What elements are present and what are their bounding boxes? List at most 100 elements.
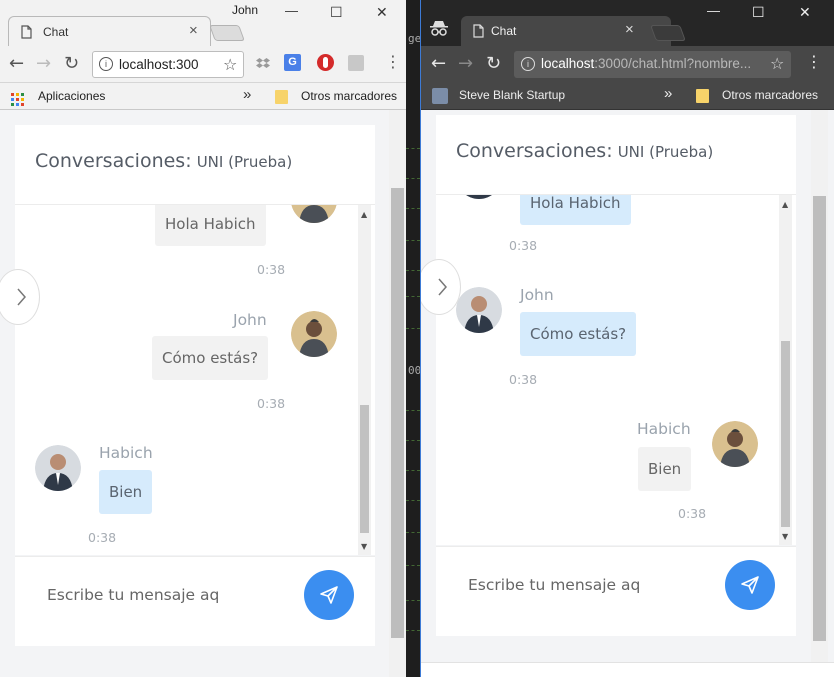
profile-name: John [232, 3, 259, 17]
tab-title: Chat [491, 24, 517, 38]
message-sender: John [520, 286, 554, 304]
reload-icon[interactable]: ↻ [486, 55, 501, 73]
incognito-icon [429, 20, 449, 40]
bookmarks-bar: Aplicaciones » Otros marcadores [0, 84, 406, 110]
editor-background: ge 00 [406, 0, 420, 677]
minimize-icon[interactable]: — [285, 4, 298, 17]
address-bar[interactable]: i localhost:300 ☆ [92, 51, 244, 78]
menu-icon[interactable]: ⋮ [806, 54, 822, 70]
message-time: 0:38 [678, 506, 707, 521]
back-icon[interactable]: ← [9, 55, 24, 73]
page-title: Conversaciones: UNI (Prueba) [456, 140, 713, 162]
message-list[interactable]: Hola Habich 0:38 John Cómo estás? 0:38 H… [15, 205, 375, 555]
dropbox-icon[interactable] [256, 56, 270, 75]
new-tab-button[interactable] [209, 25, 245, 41]
minimize-icon[interactable]: — [707, 4, 720, 17]
maximize-icon[interactable]: ☐ [330, 5, 343, 19]
scroll-up-icon[interactable]: ▲ [782, 201, 788, 209]
message-bubble: Hola Habich [155, 205, 266, 246]
adblock-icon[interactable] [317, 54, 334, 71]
message-time: 0:38 [509, 238, 538, 253]
message-composer [15, 556, 375, 646]
tab-title: Chat [43, 25, 69, 39]
tab-chat[interactable]: Chat × [8, 16, 211, 46]
bookmarks-overflow-icon[interactable]: » [243, 86, 251, 103]
message-bubble: Bien [638, 447, 692, 491]
url-text: localhost:3000/chat.html?nombre... [541, 56, 751, 71]
chrome-window-john: Chat × John — ☐ ✕ ← → ↻ i localhost:300 … [0, 0, 406, 677]
close-icon[interactable]: ✕ [376, 5, 388, 19]
tab-close-icon[interactable]: × [189, 22, 198, 39]
pdf-icon[interactable] [348, 55, 364, 71]
folder-icon [275, 90, 288, 104]
info-icon[interactable]: i [99, 57, 113, 71]
message-time: 0:38 [509, 372, 538, 387]
bookmark-favicon [432, 88, 448, 104]
message-time: 0:38 [88, 530, 117, 545]
avatar [35, 445, 81, 491]
tab-strip: Chat × — ☐ ✕ [421, 0, 834, 46]
page-content: Conversaciones: UNI (Prueba) Hola Habich… [421, 110, 834, 677]
bookmarks-overflow-icon[interactable]: » [664, 85, 672, 102]
scroll-thumb[interactable] [781, 341, 790, 527]
avatar [456, 195, 502, 199]
tab-close-icon[interactable]: × [625, 21, 634, 38]
apps-icon[interactable] [11, 91, 24, 110]
title-label: Conversaciones: [456, 140, 613, 162]
chrome-window-incognito: Chat × — ☐ ✕ ← → ↻ i localhost:3000/chat… [420, 0, 834, 677]
room-name: UNI (Prueba) [196, 153, 293, 171]
star-icon[interactable]: ☆ [770, 54, 784, 73]
bookmark-apps[interactable]: Aplicaciones [38, 89, 105, 103]
scroll-down-icon[interactable]: ▼ [782, 533, 788, 541]
bookmark-other[interactable]: Otros marcadores [301, 89, 397, 103]
message-composer [436, 546, 796, 636]
info-icon[interactable]: i [521, 57, 535, 71]
message-bubble: Cómo estás? [152, 336, 269, 380]
chevron-right-icon [17, 288, 27, 310]
scroll-down-icon[interactable]: ▼ [361, 543, 367, 551]
page-footer [421, 662, 834, 677]
send-button[interactable] [725, 560, 775, 610]
send-button[interactable] [304, 570, 354, 620]
page-scrollbar[interactable] [811, 110, 828, 677]
scroll-thumb[interactable] [360, 405, 369, 533]
bookmark-other[interactable]: Otros marcadores [722, 88, 818, 102]
forward-icon[interactable]: → [458, 55, 473, 73]
address-bar[interactable]: i localhost:3000/chat.html?nombre... ☆ [514, 51, 791, 78]
translate-icon[interactable]: G [284, 54, 301, 71]
message-input[interactable] [47, 583, 287, 607]
chevron-right-icon [438, 278, 448, 300]
bookmark-steve-blank[interactable]: Steve Blank Startup [459, 88, 565, 102]
message-bubble: Bien [99, 470, 153, 514]
message-scrollbar[interactable]: ▲ ▼ [358, 205, 371, 555]
url-text: localhost:300 [119, 57, 199, 72]
scroll-up-icon[interactable]: ▲ [361, 211, 367, 219]
avatar [291, 205, 337, 223]
page-scroll-thumb[interactable] [813, 196, 826, 641]
avatar [291, 311, 337, 357]
editor-text: 00 [408, 364, 420, 377]
message-scrollbar[interactable]: ▲ ▼ [779, 195, 792, 545]
menu-icon[interactable]: ⋮ [385, 54, 401, 70]
close-icon[interactable]: ✕ [799, 5, 811, 19]
chat-header: Conversaciones: UNI (Prueba) [436, 115, 796, 195]
tab-chat[interactable]: Chat × [461, 16, 671, 46]
back-icon[interactable]: ← [431, 55, 446, 73]
page-scrollbar[interactable] [389, 110, 406, 677]
folder-icon [696, 89, 709, 103]
message-sender: Habich [637, 420, 691, 438]
message-list[interactable]: Hola Habich 0:38 John Cómo estás? 0:38 H… [436, 195, 796, 545]
title-label: Conversaciones: [35, 150, 192, 172]
send-icon [741, 576, 759, 594]
star-icon[interactable]: ☆ [223, 55, 237, 74]
tab-strip: Chat × John — ☐ ✕ [0, 0, 406, 46]
message-bubble: Cómo estás? [520, 312, 637, 356]
page-icon [473, 23, 484, 42]
page-scroll-thumb[interactable] [391, 188, 404, 638]
maximize-icon[interactable]: ☐ [752, 5, 765, 19]
editor-text: ge [408, 32, 420, 45]
reload-icon[interactable]: ↻ [64, 55, 79, 73]
forward-icon[interactable]: → [36, 55, 51, 73]
message-input[interactable] [468, 573, 708, 597]
new-tab-button[interactable] [650, 25, 686, 41]
